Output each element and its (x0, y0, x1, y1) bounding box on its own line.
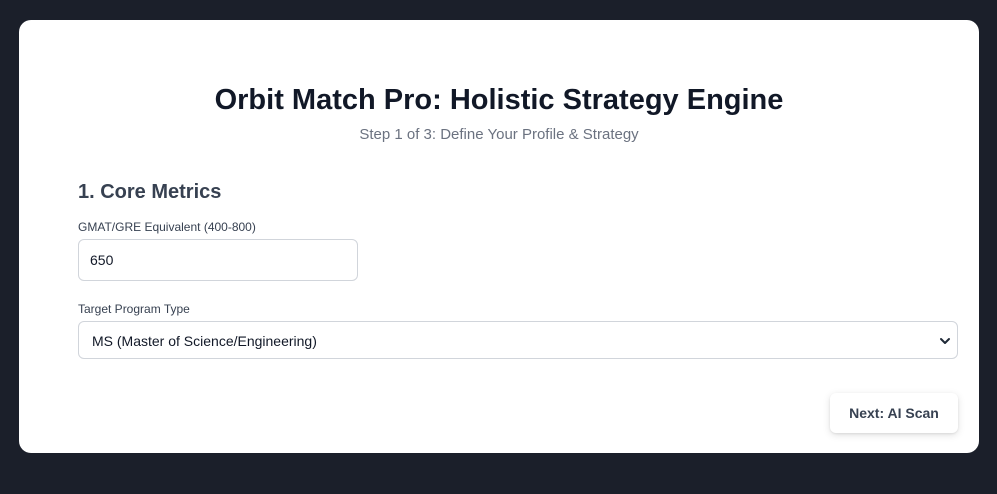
score-field-label: GMAT/GRE Equivalent (400-800) (78, 220, 256, 234)
program-type-selected-value: MS (Master of Science/Engineering) (92, 333, 317, 349)
score-input[interactable] (78, 239, 358, 281)
page-title: Orbit Match Pro: Holistic Strategy Engin… (214, 84, 784, 116)
program-type-label: Target Program Type (78, 302, 190, 316)
step-indicator: Step 1 of 3: Define Your Profile & Strat… (359, 126, 639, 143)
next-ai-scan-button[interactable]: Next: AI Scan (830, 393, 958, 433)
profile-card: Orbit Match Pro: Holistic Strategy Engin… (19, 20, 979, 453)
program-type-select[interactable]: MS (Master of Science/Engineering) (78, 321, 958, 359)
chevron-down-icon (940, 338, 950, 344)
section-heading-core-metrics: 1. Core Metrics (78, 181, 222, 203)
